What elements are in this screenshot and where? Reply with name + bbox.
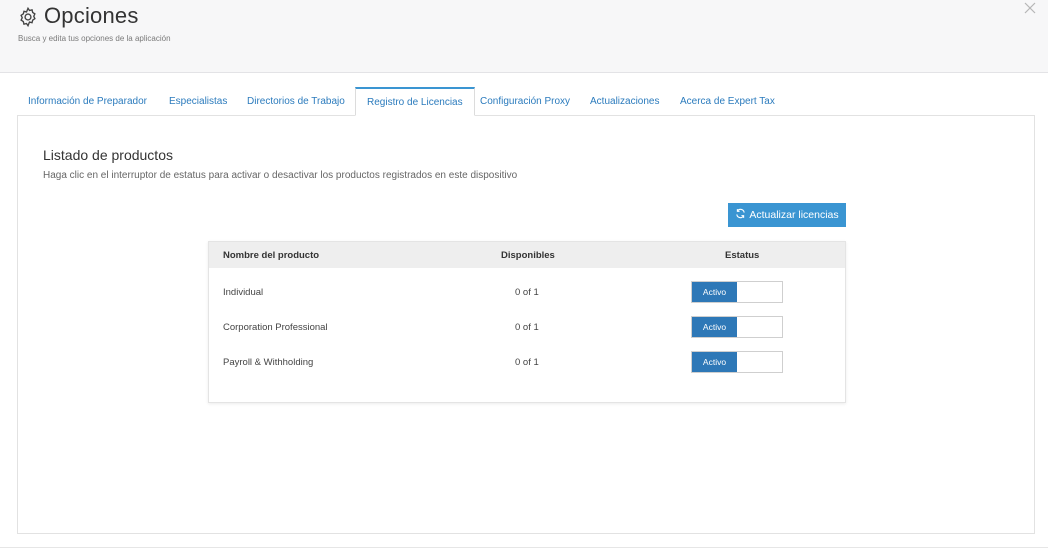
status-toggle[interactable]: Activo (691, 316, 783, 338)
table-row: Payroll & Withholding 0 of 1 Activo (209, 346, 845, 381)
product-available: 0 of 1 (515, 322, 539, 333)
page-subtitle: Busca y edita tus opciones de la aplicac… (18, 34, 171, 43)
gear-icon (17, 6, 39, 28)
table-row: Corporation Professional 0 of 1 Activo (209, 311, 845, 346)
product-name: Individual (223, 287, 264, 298)
options-header: Opciones Busca y edita tus opciones de l… (0, 0, 1048, 73)
product-available: 0 of 1 (515, 357, 539, 368)
product-name: Payroll & Withholding (223, 357, 314, 368)
products-table: Nombre del producto Disponibles Estatus … (208, 241, 846, 403)
tab-proxy-configuration[interactable]: Configuración Proxy (469, 87, 581, 116)
status-toggle[interactable]: Activo (691, 351, 783, 373)
status-toggle-label: Activo (692, 282, 737, 302)
tab-license-registration[interactable]: Registro de Licencias (355, 87, 475, 116)
status-toggle-label: Activo (692, 352, 737, 372)
refresh-button-label: Actualizar licencias (749, 209, 839, 221)
license-panel: Listado de productos Haga clic en el int… (17, 115, 1035, 534)
product-name: Corporation Professional (223, 322, 328, 333)
table-row: Individual 0 of 1 Activo (209, 276, 845, 311)
options-tabs: Información de Preparador Especialistas … (17, 87, 1035, 116)
status-toggle[interactable]: Activo (691, 281, 783, 303)
tab-preparer-info[interactable]: Información de Preparador (17, 87, 158, 116)
bottom-divider (0, 547, 1048, 548)
status-toggle-label: Activo (692, 317, 737, 337)
close-icon[interactable] (1023, 1, 1037, 15)
refresh-icon (735, 208, 746, 222)
tab-updates[interactable]: Actualizaciones (579, 87, 670, 116)
table-header: Nombre del producto Disponibles Estatus (209, 242, 845, 268)
page-title: Opciones (44, 3, 139, 28)
tab-about[interactable]: Acerca de Expert Tax (669, 87, 786, 116)
product-available: 0 of 1 (515, 287, 539, 298)
tab-specialists[interactable]: Especialistas (158, 87, 238, 116)
column-header-available: Disponibles (501, 250, 555, 261)
column-header-status: Estatus (725, 250, 760, 261)
refresh-licenses-button[interactable]: Actualizar licencias (728, 203, 846, 227)
section-heading: Listado de productos (43, 147, 173, 163)
tab-work-directories[interactable]: Directorios de Trabajo (236, 87, 356, 116)
section-description: Haga clic en el interruptor de estatus p… (43, 170, 518, 181)
column-header-product: Nombre del producto (223, 250, 320, 261)
